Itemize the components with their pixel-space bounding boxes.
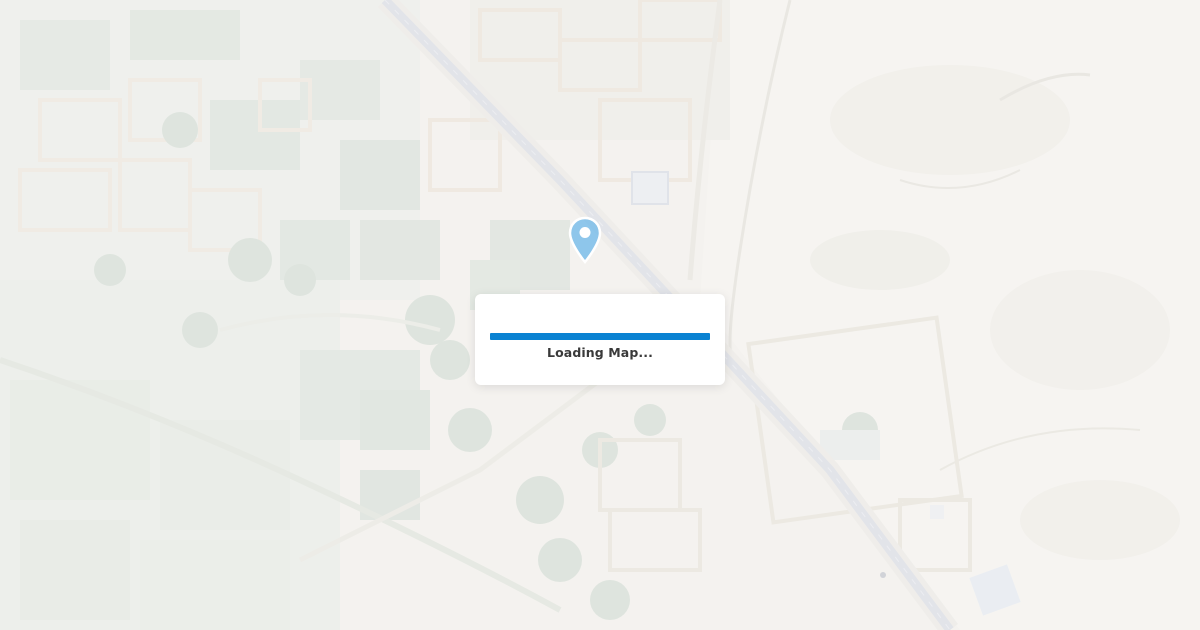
map-viewport[interactable]: Loading Map...: [0, 0, 1200, 630]
loading-dialog: Loading Map...: [475, 294, 725, 385]
map-pin-icon[interactable]: [567, 216, 603, 264]
loading-label: Loading Map...: [547, 345, 653, 360]
loading-progress-bar: [490, 333, 710, 340]
loading-progress-fill: [490, 333, 710, 340]
